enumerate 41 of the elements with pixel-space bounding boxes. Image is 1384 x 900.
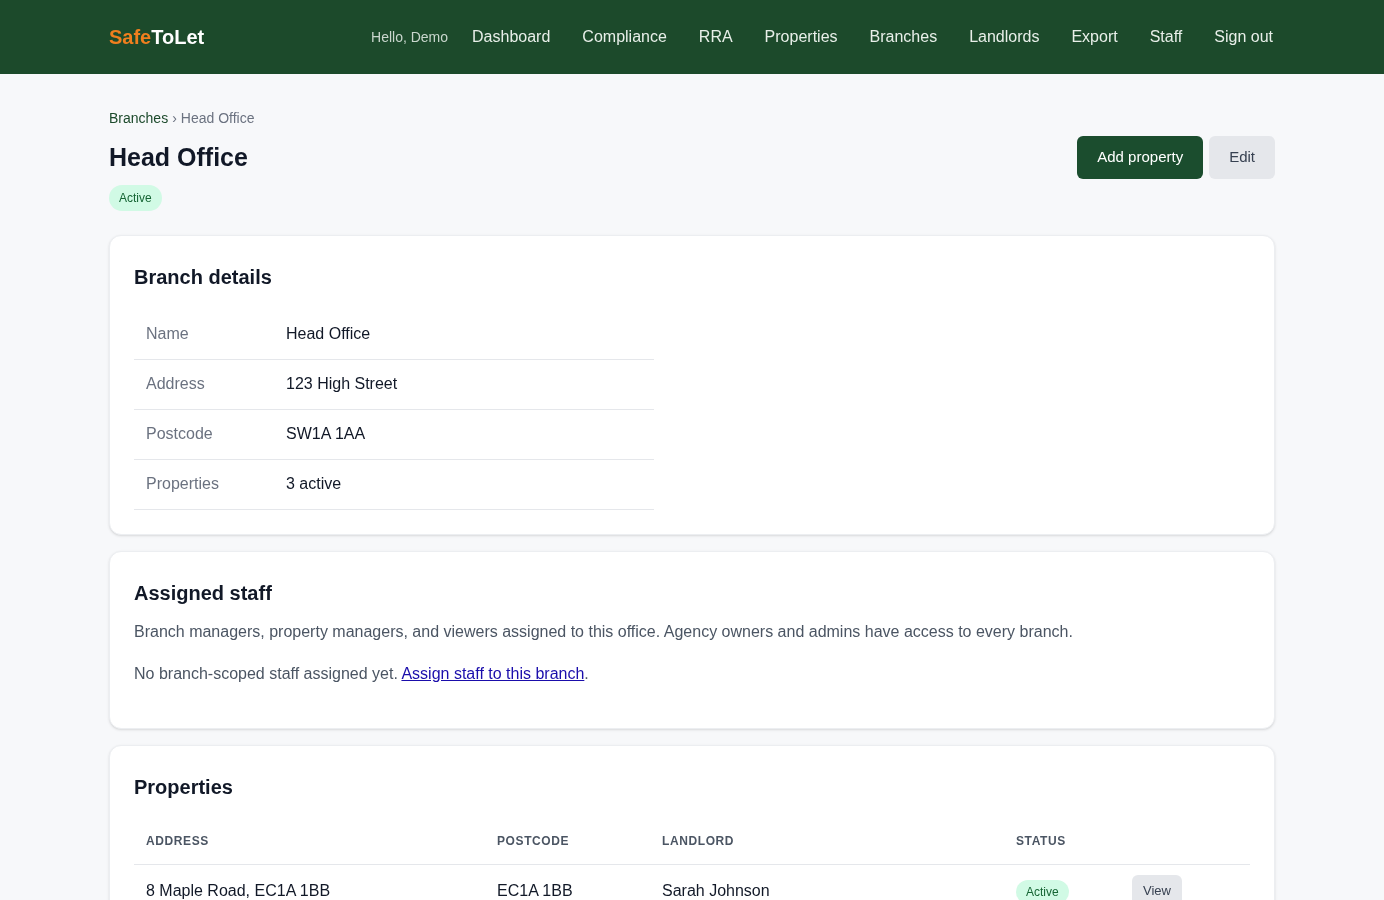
- column-header: POSTCODE: [485, 831, 650, 864]
- status-badge: Active: [1016, 879, 1069, 900]
- description: Branch managers, property managers, and viewers assigned to this office. Agency owners and admins have access to every branch.: [134, 621, 1074, 642]
- action-button[interactable]: Edit: [1209, 136, 1275, 179]
- empty-message: No branch-scoped staff assigned yet. Assign staff to this branch.: [134, 663, 590, 684]
- table-cell: Sarah Johnson: [650, 864, 1004, 900]
- status-badge: Active: [109, 184, 162, 211]
- detail-label: Properties: [146, 474, 220, 494]
- card-title: Properties: [134, 774, 234, 800]
- nav-link[interactable]: Compliance: [582, 25, 667, 49]
- detail-label: Address: [146, 374, 206, 394]
- nav-link[interactable]: Staff: [1149, 25, 1183, 49]
- column-header: STATUS: [1004, 831, 1132, 864]
- detail-value: Head Office: [286, 324, 371, 344]
- table-cell: EC1A 1BB: [485, 864, 650, 900]
- column-header: ADDRESS: [134, 831, 485, 864]
- detail-label: Name: [146, 324, 190, 344]
- nav-link[interactable]: Sign out: [1214, 25, 1273, 49]
- logo[interactable]: SafeToLet: [109, 22, 205, 52]
- detail-label: Postcode: [146, 424, 214, 444]
- detail-value: SW1A 1AA: [286, 424, 366, 444]
- action-button[interactable]: Add property: [1077, 136, 1204, 179]
- detail-value: 123 High Street: [286, 374, 398, 394]
- table-cell: 8 Maple Road, EC1A 1BB: [134, 864, 485, 900]
- nav-link[interactable]: RRA: [698, 25, 733, 49]
- nav-link[interactable]: Export: [1071, 25, 1118, 49]
- breadcrumb-link[interactable]: Branches: [109, 108, 169, 129]
- detail-value: 3 active: [286, 474, 342, 494]
- nav-link[interactable]: Landlords: [969, 25, 1040, 49]
- card-title: Assigned staff: [134, 580, 273, 606]
- nav-link[interactable]: Dashboard: [472, 25, 551, 49]
- view-button[interactable]: View: [1132, 874, 1182, 900]
- page-title: Head Office: [109, 142, 249, 173]
- breadcrumb-separator: ›: [172, 109, 177, 128]
- breadcrumb-current: Head Office: [180, 109, 255, 128]
- nav-link[interactable]: Properties: [764, 25, 838, 49]
- column-header: LANDLORD: [650, 831, 1004, 864]
- assign-staff-link[interactable]: Assign staff to this branch: [401, 664, 585, 682]
- card-title: Branch details: [134, 264, 273, 290]
- nav-link[interactable]: Branches: [869, 25, 938, 49]
- greeting: Hello, Demo: [371, 27, 449, 47]
